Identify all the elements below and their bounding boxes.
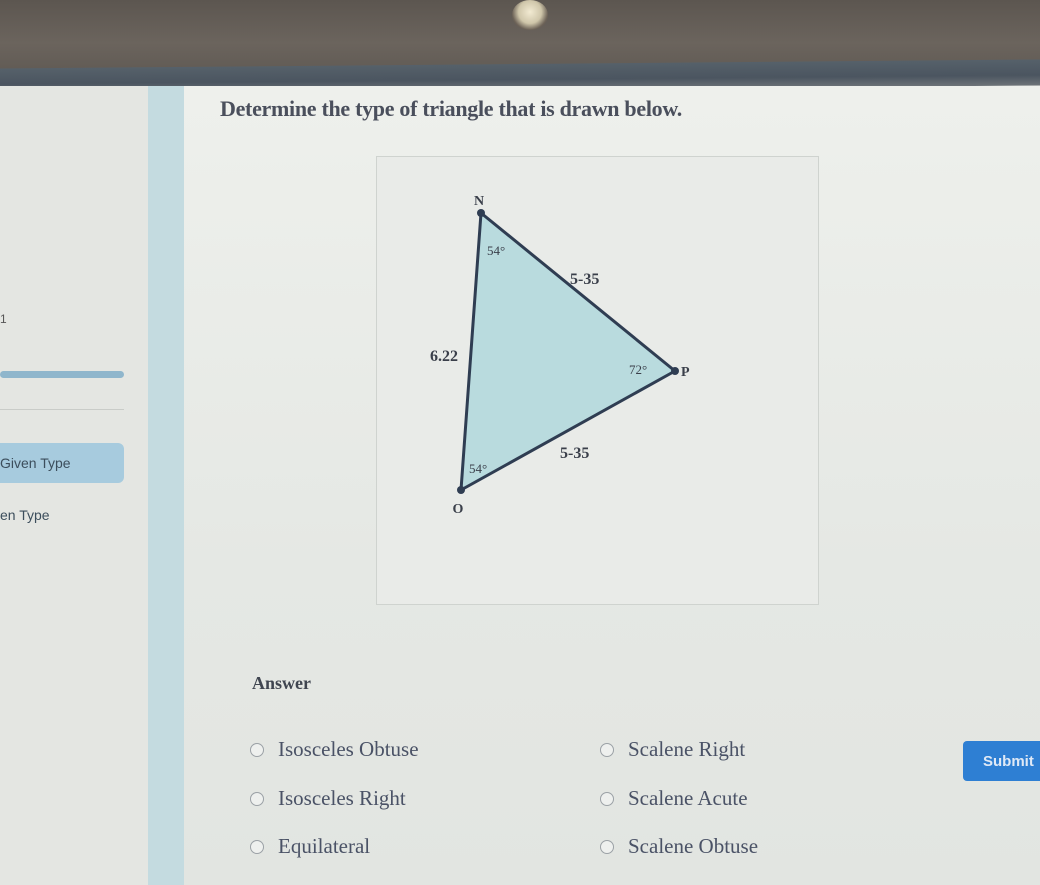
sidebar-item-label: Given Type bbox=[0, 455, 71, 471]
vertex-n-dot bbox=[477, 209, 485, 217]
radio-button[interactable] bbox=[250, 742, 264, 757]
option-label: Scalene Acute bbox=[628, 786, 748, 810]
sidebar-item-given-type[interactable]: Given Type bbox=[0, 443, 124, 483]
sidebar-marker: 1 bbox=[0, 312, 7, 326]
vertex-o-label: O bbox=[453, 502, 464, 517]
option-scalene-acute[interactable]: Scalene Acute bbox=[600, 786, 748, 811]
side-po-length: 5-35 bbox=[560, 445, 589, 462]
vertex-n-label: N bbox=[474, 194, 484, 209]
sidebar-divider-strip bbox=[148, 86, 184, 885]
sidebar bbox=[0, 86, 148, 885]
webcam bbox=[512, 0, 548, 30]
option-label: Equilateral bbox=[278, 834, 371, 858]
progress-bar bbox=[0, 371, 124, 378]
question-prompt: Determine the type of triangle that is d… bbox=[220, 96, 682, 121]
radio-button[interactable] bbox=[600, 791, 614, 806]
side-no-length: 6.22 bbox=[430, 348, 458, 365]
triangle-svg: N P O 54° 72° 54° 5-35 5-35 6.22 bbox=[430, 194, 690, 517]
triangle-figure: N P O 54° 72° 54° 5-35 5-35 6.22 bbox=[376, 156, 819, 605]
answer-heading: Answer bbox=[252, 673, 311, 693]
angle-p-label: 72° bbox=[629, 362, 647, 377]
option-scalene-right[interactable]: Scalene Right bbox=[600, 737, 745, 762]
vertex-o-dot bbox=[457, 486, 465, 494]
side-np-length: 5-35 bbox=[570, 271, 599, 288]
submit-button[interactable]: Submit bbox=[963, 741, 1040, 781]
angle-n-label: 54° bbox=[487, 243, 505, 258]
sidebar-item-type[interactable]: en Type bbox=[0, 503, 124, 527]
option-equilateral[interactable]: Equilateral bbox=[250, 834, 370, 859]
vertex-p-label: P bbox=[681, 365, 690, 380]
sidebar-divider bbox=[0, 409, 124, 410]
option-isosceles-right[interactable]: Isosceles Right bbox=[250, 786, 406, 811]
radio-button[interactable] bbox=[250, 791, 264, 806]
radio-button[interactable] bbox=[250, 839, 264, 854]
vertex-p-dot bbox=[671, 367, 679, 375]
option-isosceles-obtuse[interactable]: Isosceles Obtuse bbox=[250, 737, 419, 762]
option-label: Scalene Right bbox=[628, 737, 746, 761]
option-label: Isosceles Obtuse bbox=[278, 737, 419, 761]
option-label: Scalene Obtuse bbox=[628, 834, 759, 858]
radio-button[interactable] bbox=[600, 839, 614, 854]
sidebar-item-label: en Type bbox=[0, 507, 50, 523]
option-scalene-obtuse[interactable]: Scalene Obtuse bbox=[600, 834, 758, 859]
radio-button[interactable] bbox=[600, 742, 614, 757]
angle-o-label: 54° bbox=[469, 461, 487, 476]
option-label: Isosceles Right bbox=[278, 786, 406, 810]
